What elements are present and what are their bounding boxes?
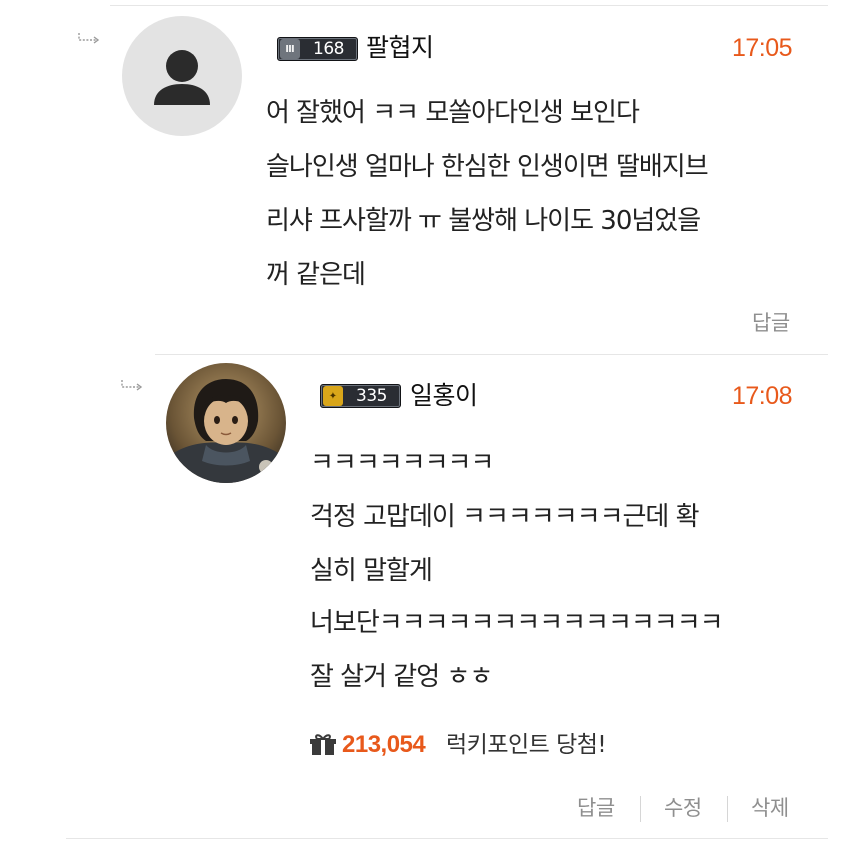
comment-text-line: 걱정 고맙데이 ㅋㅋㅋㅋㅋㅋㅋ근데 확: [310, 502, 700, 532]
comment-text-line: ㅋㅋㅋㅋㅋㅋㅋㅋ: [310, 448, 494, 478]
nickname[interactable]: 팔협지: [366, 33, 434, 63]
rank-emblem-icon: Ⅲ: [280, 39, 300, 59]
level-badge: ✦ 335: [320, 384, 401, 408]
bottom-divider: [66, 838, 828, 839]
rank-emblem-icon: ✦: [323, 386, 343, 406]
edit-button[interactable]: 수정: [664, 795, 702, 821]
level-number: 335: [356, 386, 387, 406]
reply-arrow-icon: [121, 380, 143, 391]
comment-text-line: 꺼 같은데: [266, 260, 366, 290]
gift-icon: [310, 734, 336, 755]
delete-button[interactable]: 삭제: [751, 795, 789, 821]
action-separator: [727, 796, 728, 822]
comment-text-line: 잘 살거 같엉 ㅎㅎ: [310, 662, 493, 692]
comment-divider: [155, 354, 828, 355]
nickname[interactable]: 일홍이: [410, 381, 478, 411]
comment-text-line: 리샤 프사할까 ㅠ 불쌍해 나이도 30넘었을: [266, 206, 701, 236]
comment-text-line: 실히 말할게: [310, 556, 433, 586]
action-separator: [640, 796, 641, 822]
lucky-point-value: 213,054: [342, 731, 426, 758]
profile-picture: [166, 363, 286, 483]
avatar[interactable]: [122, 16, 242, 136]
top-divider: [110, 5, 828, 6]
reply-button[interactable]: 답글: [577, 795, 615, 821]
reply-button[interactable]: 답글: [752, 310, 790, 336]
level-badge: Ⅲ 168: [277, 37, 358, 61]
level-number: 168: [313, 39, 344, 59]
comment-time: 17:05: [732, 34, 793, 62]
avatar[interactable]: [166, 363, 286, 483]
comment-text-line: 슬나인생 얼마나 한심한 인생이면 딸배지브: [266, 152, 709, 182]
comment-text-line: 너보단ㅋㅋㅋㅋㅋㅋㅋㅋㅋㅋㅋㅋㅋㅋㅋ: [310, 608, 724, 638]
lucky-point-text: 럭키포인트 당첨!: [446, 732, 607, 758]
default-user-icon: [154, 50, 210, 105]
reply-arrow-icon: [78, 33, 100, 44]
comment-time: 17:08: [732, 382, 793, 410]
comment-text-line: 어 잘했어 ㅋㅋ 모쏠아다인생 보인다: [266, 98, 640, 128]
